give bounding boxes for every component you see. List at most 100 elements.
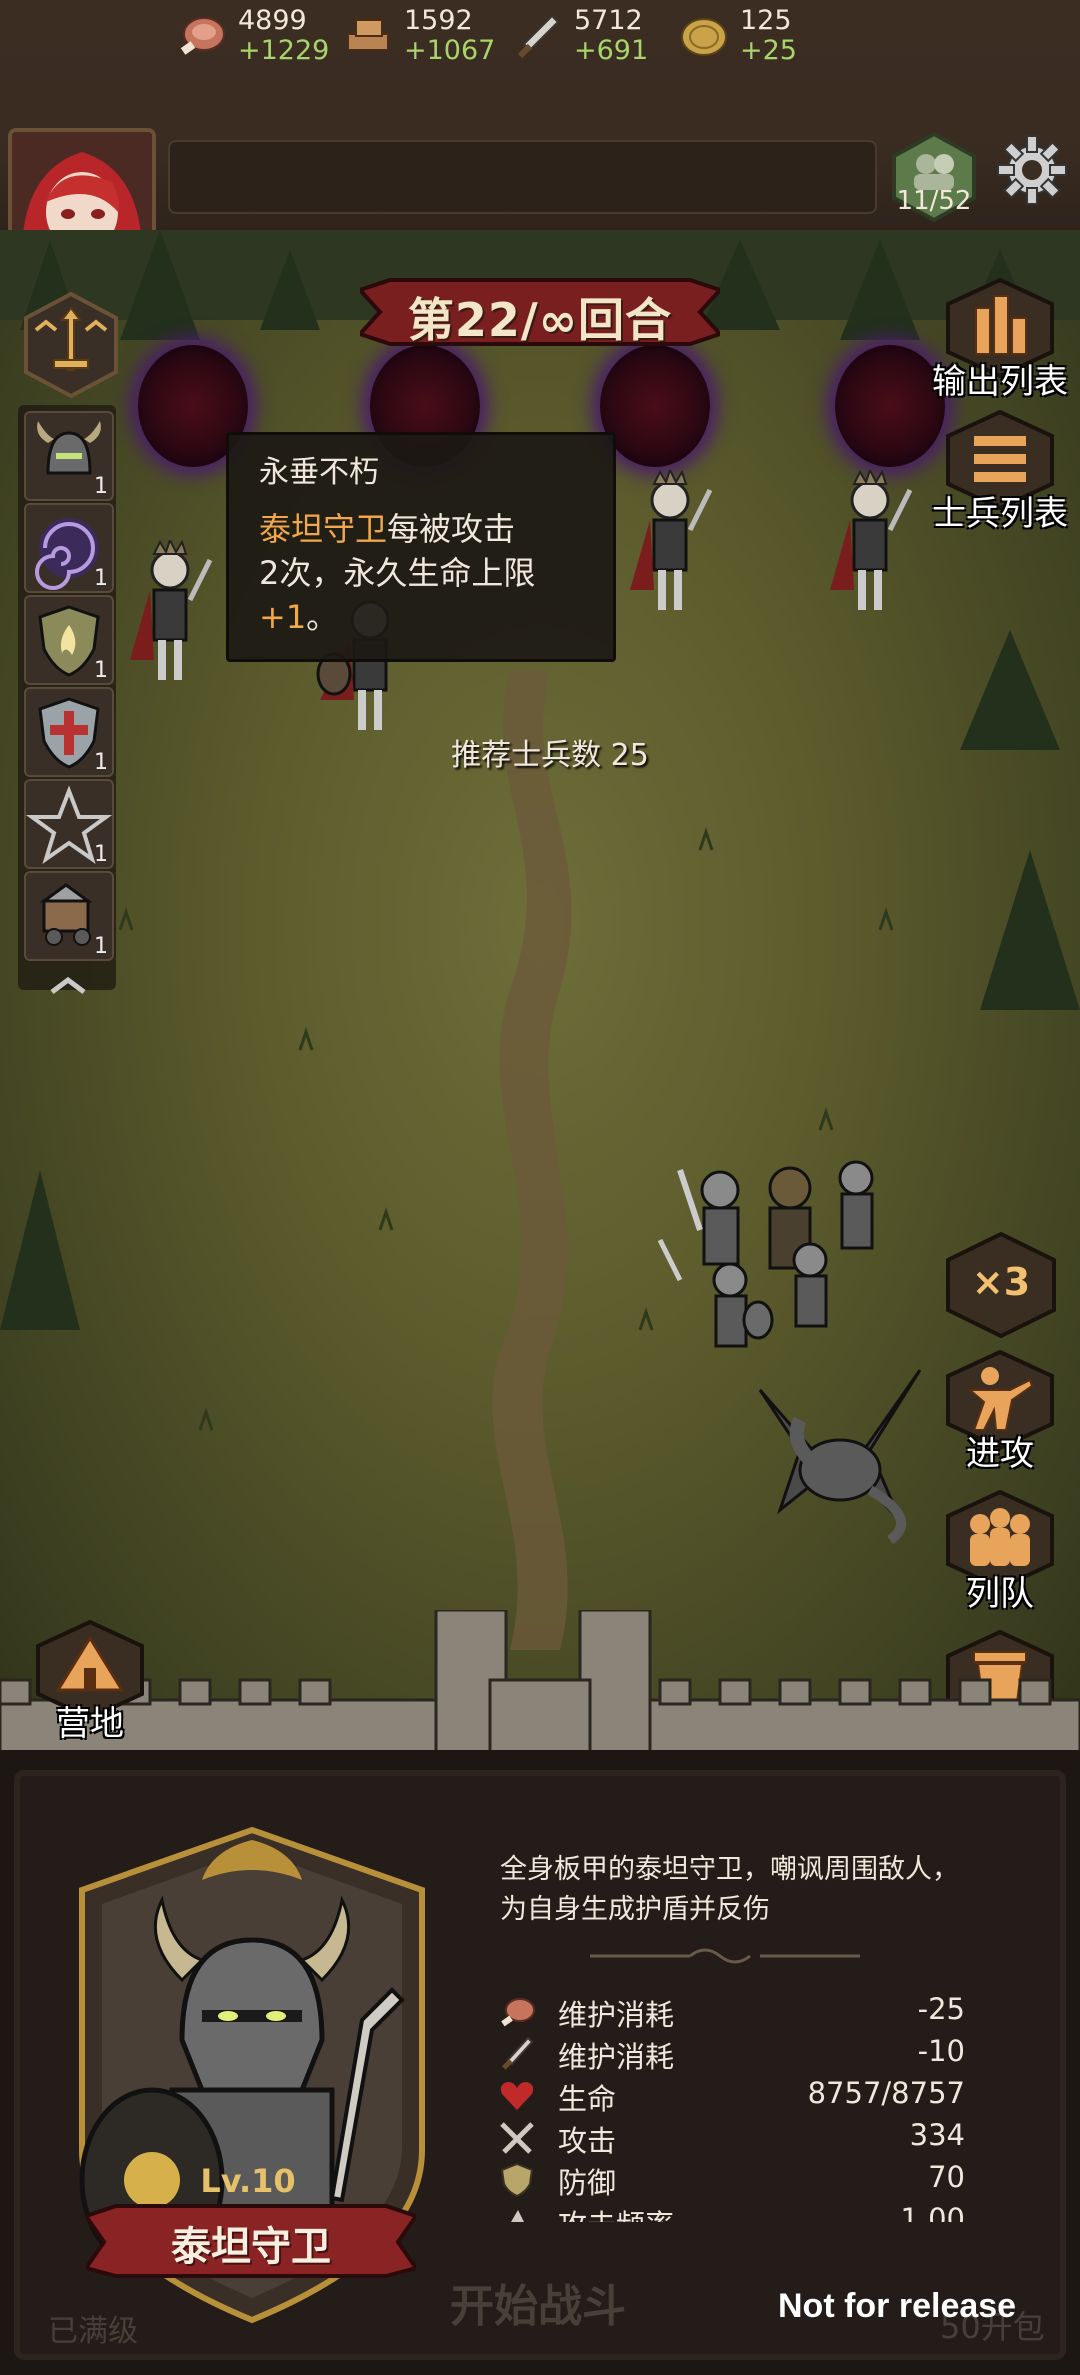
stat-label: 生命: [558, 2082, 617, 2116]
ornament-divider: [590, 1948, 860, 1964]
skill-count: 1: [94, 474, 108, 499]
stat-label: 维护消耗: [558, 1998, 675, 2032]
stat-value: 334: [909, 2118, 965, 2152]
population-count: 11/52: [896, 186, 972, 216]
maxed-label: 已满级: [48, 2314, 138, 2349]
stat-row: 防御 70: [498, 2158, 970, 2200]
tooltip-unit-name: 泰坦守卫: [259, 510, 388, 548]
stat-label: 攻击: [558, 2124, 617, 2158]
stat-row: 生命 8757/8757: [498, 2074, 970, 2116]
wood-icon: [347, 19, 389, 51]
gold-coin-icon: [681, 18, 727, 56]
recommended-soldiers: 推荐士兵数 25: [451, 738, 649, 773]
tooltip-text-a: 每被攻击: [387, 510, 516, 548]
gold-increment: +25: [740, 35, 797, 66]
skill-count: 1: [94, 842, 108, 867]
stat-value: 1.00: [900, 2202, 965, 2222]
sword-emblem-icon: [24, 291, 118, 399]
camp-label: 营地: [56, 1704, 124, 1744]
skill-count: 1: [94, 566, 108, 591]
stat-row: 攻击频率 1.00: [498, 2200, 970, 2222]
skill-tooltip: 永垂不朽 泰坦守卫每被攻击 2次，永久生命上限 +1。: [226, 432, 616, 662]
population-badge[interactable]: 11/52: [886, 130, 982, 223]
wood-increment: +1067: [404, 35, 496, 66]
meat-icon: [180, 17, 225, 55]
unit-level: Lv.10: [200, 2162, 296, 2200]
stat-row: 攻击 334: [498, 2116, 970, 2158]
wood-value: 1592: [404, 5, 473, 36]
gold-value: 125: [740, 5, 792, 36]
stat-value: 70: [928, 2160, 965, 2194]
stat-value: 8757/8757: [807, 2076, 965, 2110]
meat-icon: [501, 1998, 535, 2027]
shield-icon: [500, 2162, 534, 2198]
stat-row: 维护消耗 -25: [498, 1990, 970, 2032]
skill-slot[interactable]: 1: [24, 779, 114, 869]
tooltip-text-c: 。: [306, 598, 339, 636]
skill-slot[interactable]: 1: [24, 411, 114, 501]
iron-value: 5712: [574, 5, 643, 36]
skill-slot[interactable]: 1: [24, 595, 114, 685]
soldier-list-button[interactable]: 士兵列表: [930, 410, 1070, 534]
skill-deck-button[interactable]: [16, 290, 126, 400]
dragon-unit: [758, 1369, 922, 1545]
skill-slot[interactable]: 1: [24, 871, 114, 961]
unit-stats: 维护消耗 -25 维护消耗 -10 生命 8757/8757 攻击 334 防御…: [498, 1990, 970, 2222]
unit-name-ribbon: 泰坦守卫: [86, 2200, 416, 2282]
resource-meat: 4899 +1229: [176, 5, 329, 66]
formation-button[interactable]: 列队: [930, 1490, 1070, 1614]
stat-value: -10: [917, 2034, 965, 2068]
resource-iron: 5712 +691: [512, 6, 652, 66]
skill-count: 1: [94, 750, 108, 775]
player-army: [657, 1160, 874, 1348]
skeleton-enemy: [630, 470, 713, 610]
attack-label: 进攻: [966, 1434, 1034, 1474]
formation-label: 列队: [966, 1574, 1034, 1614]
camp-button[interactable]: 营地: [20, 1620, 160, 1744]
sword-icon: [502, 2036, 534, 2070]
heart-icon: [500, 2082, 534, 2110]
soldier-list-label: 士兵列表: [932, 494, 1068, 534]
speed-icon: [511, 2210, 524, 2222]
watermark: Not for release: [778, 2287, 1017, 2325]
collapse-arrow-icon[interactable]: [46, 976, 90, 996]
enemy-portal: [600, 345, 710, 467]
round-banner: 第22/∞回合: [360, 270, 720, 354]
start-battle-button[interactable]: 开始战斗: [450, 2270, 626, 2334]
skill-list: 1 1 1 1 1 1: [18, 405, 116, 994]
gear-icon: [997, 135, 1067, 205]
skill-slot[interactable]: 1: [24, 687, 114, 777]
attack-button[interactable]: 进攻: [930, 1350, 1070, 1474]
tooltip-value: +1: [259, 598, 307, 636]
unit-name: 泰坦守卫: [171, 2224, 331, 2270]
crossed-swords-icon: [500, 2122, 534, 2154]
stat-row: 维护消耗 -10: [498, 2032, 970, 2074]
skill-slot[interactable]: 1: [24, 503, 114, 593]
settings-button[interactable]: [992, 130, 1072, 210]
meat-value: 4899: [238, 5, 307, 36]
skill-count: 1: [94, 934, 108, 959]
output-list-button[interactable]: 输出列表: [930, 278, 1070, 402]
meat-increment: +1229: [238, 35, 330, 66]
skeleton-enemy: [830, 470, 913, 610]
stat-value: -25: [917, 1992, 965, 2026]
tooltip-description: 泰坦守卫每被攻击 2次，永久生命上限 +1。: [259, 507, 583, 639]
resource-gold: 125 +25: [678, 6, 818, 66]
skill-count: 1: [94, 658, 108, 683]
round-label: 第22/∞回合: [407, 293, 673, 347]
tooltip-title: 永垂不朽: [259, 455, 379, 490]
speed-button[interactable]: ×3: [942, 1230, 1060, 1340]
stat-label: 维护消耗: [558, 2040, 675, 2074]
skeleton-enemy: [130, 540, 213, 680]
stat-label: 攻击频率: [558, 2202, 674, 2222]
speed-label: ×3: [971, 1260, 1031, 1304]
skill-column: 1 1 1 1 1 1: [10, 290, 118, 1000]
stat-label: 防御: [558, 2166, 617, 2200]
resource-panel: [168, 140, 877, 214]
output-list-label: 输出列表: [932, 362, 1068, 402]
unit-description: 全身板甲的泰坦守卫，嘲讽周围敌人，为自身生成护盾并反伤: [500, 1854, 959, 1925]
iron-increment: +691: [574, 35, 649, 66]
sword-icon: [517, 14, 560, 59]
tooltip-text-b: 2次，永久生命上限: [259, 554, 536, 592]
resource-wood: 1592 +1067: [342, 5, 495, 66]
